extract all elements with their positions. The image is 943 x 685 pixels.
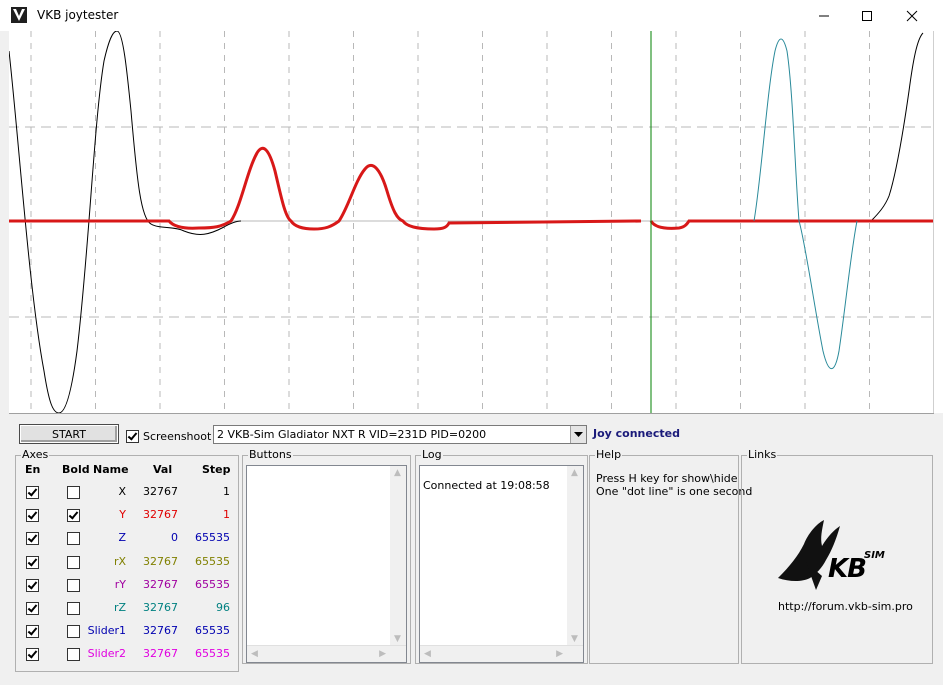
logo-text: KB xyxy=(828,554,867,584)
axis-enable-checkbox[interactable] xyxy=(26,486,39,499)
connection-status: Joy connected xyxy=(593,427,680,440)
axis-enable-checkbox[interactable] xyxy=(26,602,39,615)
window-title: VKB joytester xyxy=(37,8,119,22)
axis-enable-checkbox[interactable] xyxy=(26,578,39,592)
minimize-button[interactable] xyxy=(801,0,847,31)
device-select-value: 2 VKB-Sim Gladiator NXT R VID=231D PID=0… xyxy=(217,428,487,441)
axis-step: 65535 xyxy=(195,647,230,661)
axis-value: 32767 xyxy=(143,577,178,591)
col-header-bold: Bold xyxy=(62,463,90,476)
axis-value: 32767 xyxy=(143,647,178,661)
axes-group: Axes En Bold Name Val Step X 32767 1 Y 32767… xyxy=(15,449,239,672)
scroll-left-icon[interactable]: ◀ xyxy=(424,649,431,659)
axis-value: 32767 xyxy=(143,508,178,522)
scroll-right-icon[interactable]: ▶ xyxy=(379,649,386,659)
axis-enable-checkbox[interactable] xyxy=(26,625,39,639)
scroll-up-icon[interactable]: ▲ xyxy=(571,468,578,478)
axis-step: 1 xyxy=(223,508,230,522)
help-group: Help Press H key for show\hide One "dot … xyxy=(589,449,752,664)
dropdown-arrow-button[interactable] xyxy=(570,426,586,443)
scroll-left-icon[interactable]: ◀ xyxy=(251,649,258,659)
col-header-val: Val xyxy=(153,463,173,476)
scroll-right-icon[interactable]: ▶ xyxy=(556,649,563,659)
axis-trace-graph xyxy=(9,31,943,413)
axis-name: Z xyxy=(118,531,126,545)
control-panel: START Screenshoot 2 VKB-Sim Gladiator NX… xyxy=(9,413,934,676)
col-header-en: En xyxy=(25,463,41,476)
help-group-title: Help xyxy=(595,448,623,461)
axis-enable-checkbox[interactable] xyxy=(26,532,39,546)
axis-value: 32767 xyxy=(143,485,178,498)
axis-name: X xyxy=(118,485,126,498)
axis-value: 32767 xyxy=(143,554,178,568)
axis-step: 65535 xyxy=(195,531,230,545)
forum-link[interactable]: http://forum.vkb-sim.pro xyxy=(778,600,913,613)
close-icon xyxy=(906,10,918,22)
log-list-vscrollbar[interactable]: ▲ ▼ xyxy=(567,466,583,646)
axis-value: 0 xyxy=(171,531,178,545)
axis-name: Y xyxy=(119,508,126,522)
axis-name: rX xyxy=(113,554,126,568)
maximize-icon xyxy=(862,11,872,21)
vkbsim-logo[interactable]: KB SIM xyxy=(776,516,906,599)
maximize-button[interactable] xyxy=(844,0,890,31)
series-y-trace-3 xyxy=(649,219,943,230)
buttons-list-hscrollbar[interactable]: ◀ ▶ xyxy=(247,645,406,662)
scroll-down-icon[interactable]: ▼ xyxy=(571,634,578,644)
col-header-name: Name xyxy=(93,463,129,476)
links-group-title: Links xyxy=(747,448,778,461)
log-line: Connected at 19:08:58 xyxy=(423,479,550,492)
axis-step: 65535 xyxy=(195,624,230,638)
screenshot-checkbox[interactable] xyxy=(126,430,139,443)
axis-enable-checkbox[interactable] xyxy=(26,509,39,523)
log-list[interactable]: Connected at 19:08:58 ▲ ▼ ◀ ▶ xyxy=(419,465,584,663)
axis-name: rY xyxy=(114,577,126,591)
vkb-logo-icon xyxy=(11,7,27,23)
log-group: Log Connected at 19:08:58 ▲ ▼ ◀ ▶ xyxy=(415,449,588,664)
buttons-list-vscrollbar[interactable]: ▲ ▼ xyxy=(390,466,406,646)
graph-right-edge xyxy=(933,31,943,413)
help-line-1: Press H key for show\hide xyxy=(596,472,738,485)
scroll-down-icon[interactable]: ▼ xyxy=(394,634,401,644)
axis-value: 32767 xyxy=(143,601,178,614)
screenshot-label: Screenshoot xyxy=(143,430,212,443)
scroll-up-icon[interactable]: ▲ xyxy=(394,468,401,478)
axis-step: 65535 xyxy=(195,577,230,591)
links-group: Links KB SIM http://forum.vkb-sim.pro xyxy=(741,449,933,664)
axes-group-title: Axes xyxy=(21,448,50,461)
logo-sup-text: SIM xyxy=(864,550,885,561)
axis-name: Slider1 xyxy=(87,624,126,638)
close-button[interactable] xyxy=(889,0,935,31)
series-y-trace xyxy=(9,147,642,231)
buttons-list[interactable]: ▲ ▼ ◀ ▶ xyxy=(246,465,407,663)
axis-enable-checkbox[interactable] xyxy=(26,555,39,569)
title-bar[interactable]: VKB joytester xyxy=(0,0,943,31)
app-window: VKB joytester START Screenshoot 2 VKB-Si… xyxy=(0,0,943,685)
buttons-group-title: Buttons xyxy=(248,448,293,461)
axis-name: rZ xyxy=(113,601,126,614)
axis-value: 32767 xyxy=(143,624,178,638)
axis-step: 65535 xyxy=(195,554,230,568)
log-list-hscrollbar[interactable]: ◀ ▶ xyxy=(420,645,583,662)
col-header-step: Step xyxy=(202,463,231,476)
log-group-title: Log xyxy=(421,448,443,461)
minimize-icon xyxy=(819,15,829,17)
chevron-down-icon xyxy=(574,432,583,437)
axis-step: 1 xyxy=(223,485,230,498)
help-line-2: One "dot line" is one second xyxy=(596,485,753,498)
axis-step: 96 xyxy=(216,601,230,614)
buttons-group: Buttons ▲ ▼ ◀ ▶ xyxy=(242,449,411,664)
start-button[interactable]: START xyxy=(19,424,119,444)
axis-enable-checkbox[interactable] xyxy=(26,648,39,662)
device-select[interactable]: 2 VKB-Sim Gladiator NXT R VID=231D PID=0… xyxy=(213,425,587,444)
axis-name: Slider2 xyxy=(87,647,126,661)
